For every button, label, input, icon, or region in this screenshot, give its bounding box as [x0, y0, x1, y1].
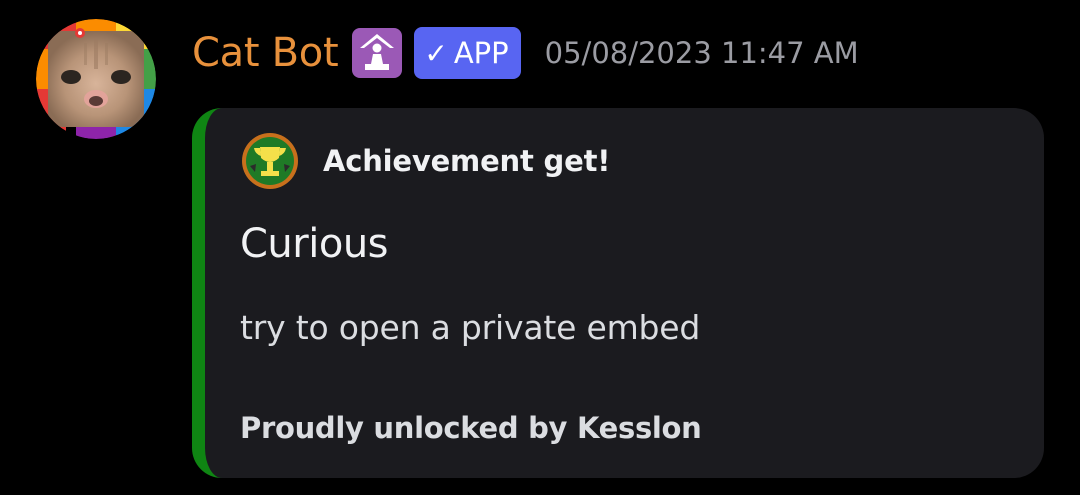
app-badge: ✓ APP [414, 27, 521, 79]
chat-message: Cat Bot ✓ APP 05/08/2023 11:47 AM Achiev… [0, 0, 1080, 495]
app-badge-label: APP [453, 36, 509, 70]
message-timestamp[interactable]: 05/08/2023 11:47 AM [545, 36, 859, 70]
username[interactable]: Cat Bot [192, 30, 339, 76]
verified-check-icon: ✓ [424, 36, 448, 70]
embed-description: try to open a private embed [240, 308, 701, 347]
prayer-role-icon[interactable] [352, 28, 403, 78]
cat-avatar-icon[interactable] [36, 19, 156, 139]
rich-embed: Achievement get! Curious try to open a p… [192, 108, 1044, 478]
embed-author: Achievement get! [241, 132, 610, 190]
embed-footer: Proudly unlocked by Kesslon [240, 411, 702, 445]
trophy-icon [241, 132, 299, 190]
embed-title: Curious [240, 221, 389, 267]
embed-author-name: Achievement get! [323, 144, 611, 178]
message-header: Cat Bot ✓ APP 05/08/2023 11:47 AM [192, 22, 859, 84]
